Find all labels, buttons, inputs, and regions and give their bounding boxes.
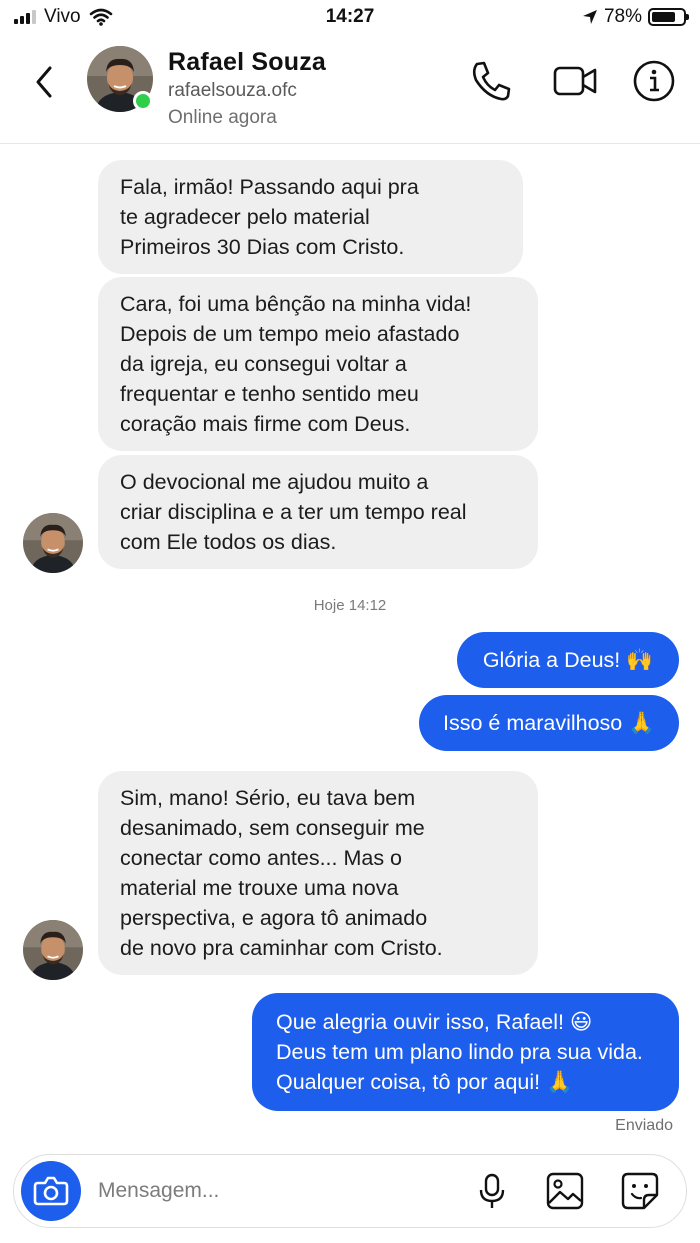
video-camera-icon[interactable] [552,58,598,104]
location-arrow-icon [582,10,597,24]
incoming-message[interactable]: Sim, mano! Sério, eu tava bem desanimado… [98,771,538,975]
info-icon[interactable] [631,58,677,104]
online-indicator [133,91,153,111]
status-bar: Vivo 14:27 78% [0,0,700,36]
outgoing-message[interactable]: Glória a Deus! 🙌 [456,632,679,688]
contact-status: Online agora [168,107,277,128]
battery-fill [652,12,676,22]
outgoing-message[interactable]: Isso é maravilhoso 🙏 [419,695,679,751]
chat-header: Rafael Souza rafaelsouza.ofc Online agor… [0,36,700,144]
avatar[interactable] [23,920,83,980]
message-timestamp: Hoje 14:12 [313,597,387,614]
incoming-message[interactable]: O devocional me ajudou muito a criar dis… [98,455,538,569]
contact-username: rafaelsouza.ofc [168,80,297,101]
message-composer [13,1154,687,1228]
incoming-message[interactable]: Cara, foi uma bênção na minha vida! Depo… [98,277,538,451]
camera-button[interactable] [21,1161,81,1221]
sticker-icon[interactable] [620,1171,660,1211]
outgoing-message[interactable]: Que alegria ouvir isso, Rafael! 😃 Deus t… [252,993,679,1111]
incoming-message[interactable]: Fala, irmão! Passando aqui pra te agrade… [98,160,523,274]
sent-status: Enviado [615,1117,673,1134]
image-icon[interactable] [545,1171,585,1211]
phone-icon[interactable] [468,58,514,104]
battery-percent: 78% [603,6,642,27]
avatar[interactable] [23,513,83,573]
back-icon[interactable] [30,62,60,102]
system-indicators: 78% [582,6,689,28]
camera-icon [33,1176,69,1206]
battery-icon [648,8,689,26]
message-input[interactable] [98,1175,428,1207]
microphone-icon[interactable] [472,1171,512,1211]
contact-name[interactable]: Rafael Souza [168,48,326,77]
